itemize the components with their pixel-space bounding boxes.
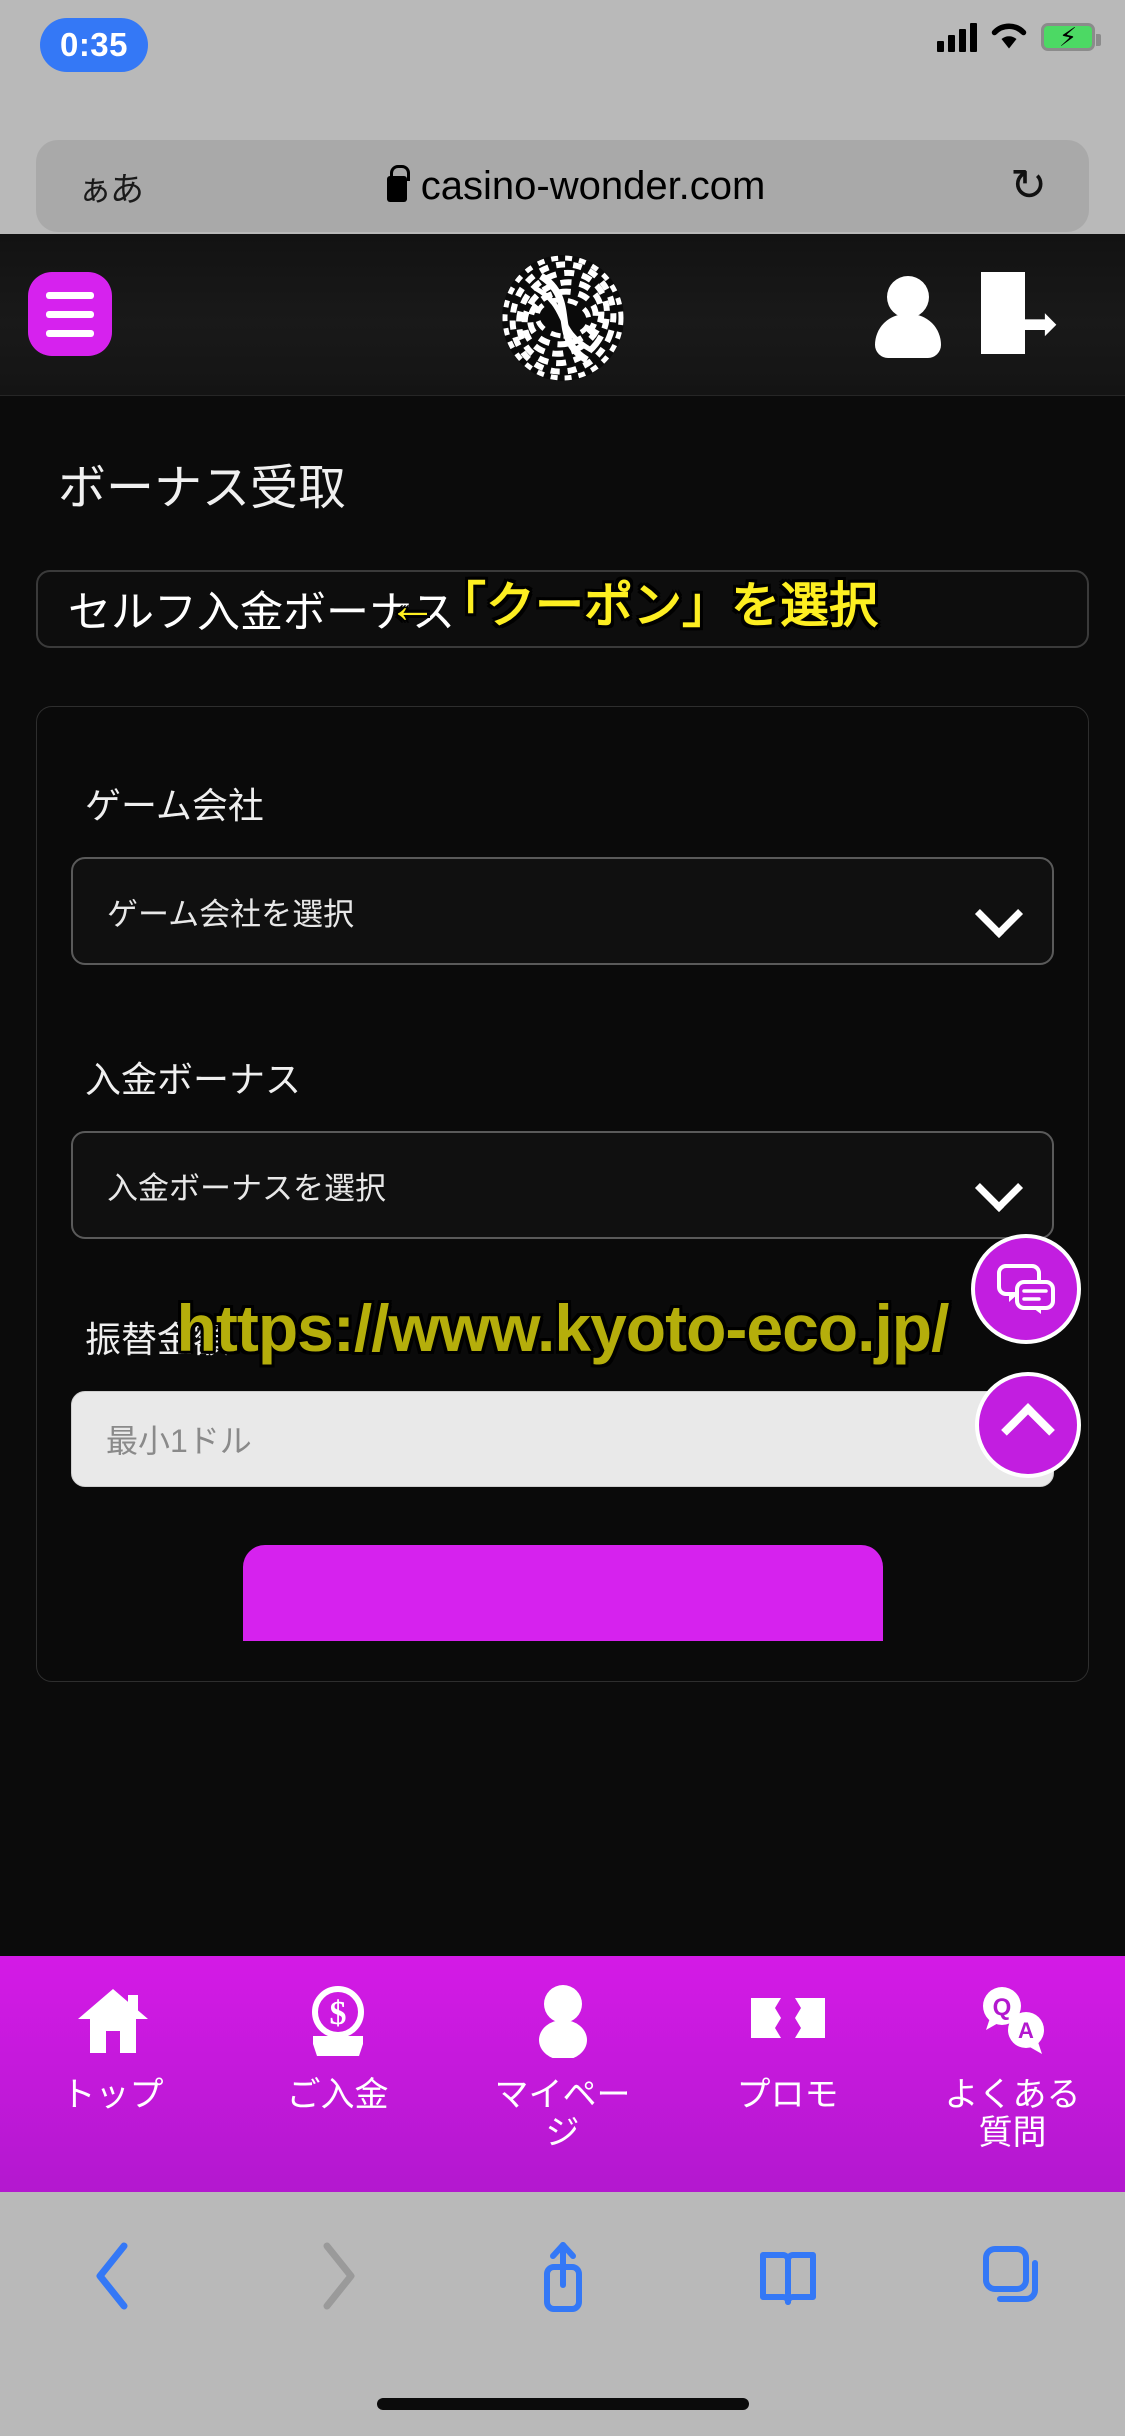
reload-icon[interactable]: ↻ [1010, 164, 1047, 208]
url-text: casino-wonder.com [420, 163, 766, 208]
chat-bubbles-icon[interactable] [971, 1234, 1081, 1344]
lock-icon [386, 165, 410, 202]
nav-label: マイページ [494, 2076, 631, 2153]
deposit-dollar-icon: $ [293, 1982, 383, 2060]
forward-icon [225, 2238, 450, 2314]
text-size-button[interactable]: ぁあ [78, 162, 144, 211]
signal-bars-icon [937, 22, 977, 52]
deposit-bonus-value: 入金ボーナスを選択 [107, 1170, 386, 1206]
status-icons: ⚡ [937, 22, 1101, 52]
chevron-up-icon [1001, 1403, 1055, 1457]
nav-label: ご入金 [286, 2076, 389, 2114]
recording-timer-pill[interactable]: 0:35 [40, 18, 148, 72]
logout-icon[interactable]: ➡ [981, 272, 1077, 354]
coupon-select-box[interactable]: セルフ入金ボーナス ←「クーポン」を選択 [36, 570, 1089, 648]
user-icon [518, 1982, 608, 2060]
chevron-down-icon [974, 889, 1024, 939]
nav-item-faq[interactable]: Q A よくある質問 [900, 1956, 1125, 2192]
safari-toolbar [0, 2192, 1125, 2436]
coupon-annotation: ←「クーポン」を選択 [388, 579, 879, 633]
svg-text:Q: Q [992, 1994, 1011, 2021]
nav-item-deposit[interactable]: $ ご入金 [225, 1956, 450, 2192]
svg-text:A: A [1018, 2018, 1034, 2043]
account-icon[interactable] [871, 276, 945, 358]
nav-label: トップ [61, 2076, 164, 2114]
transfer-amount-input[interactable]: 最小1ドル [71, 1391, 1054, 1487]
share-icon[interactable] [450, 2237, 675, 2315]
hamburger-icon[interactable] [28, 272, 112, 356]
tabs-icon[interactable] [900, 2245, 1125, 2307]
nav-label: よくある質問 [944, 2076, 1081, 2153]
chevron-down-icon [974, 1163, 1024, 1213]
url-display[interactable]: casino-wonder.com [142, 164, 1010, 209]
wifi-icon [991, 22, 1027, 52]
svg-text:$: $ [329, 1995, 346, 2032]
deposit-bonus-select[interactable]: 入金ボーナスを選択 [71, 1131, 1054, 1239]
ios-status-bar: 0:35 ⚡ [0, 0, 1125, 92]
bookmarks-icon[interactable] [675, 2245, 900, 2307]
web-page: ➡ ボーナス受取 セルフ入金ボーナス ←「クーポン」を選択 ゲーム会社 ゲーム会… [0, 234, 1125, 2192]
spiral-vortex-logo[interactable] [501, 254, 625, 382]
nav-item-mypage[interactable]: マイページ [450, 1956, 675, 2192]
home-icon [68, 1982, 158, 2060]
game-company-value: ゲーム会社を選択 [107, 896, 355, 932]
page-title: ボーナス受取 [58, 462, 347, 515]
nav-item-top[interactable]: トップ [0, 1956, 225, 2192]
address-bar[interactable]: ぁあ casino-wonder.com ↻ [36, 140, 1089, 232]
home-indicator [376, 2398, 749, 2410]
bottom-nav: トップ $ ご入金 マイページ プロモ Q A よくある質問 [0, 1956, 1125, 2192]
ticket-icon [743, 1982, 833, 2060]
game-company-label: ゲーム会社 [85, 785, 264, 826]
nav-label: プロモ [736, 2076, 839, 2114]
nav-item-promo[interactable]: プロモ [675, 1956, 900, 2192]
game-company-select[interactable]: ゲーム会社を選択 [71, 857, 1054, 965]
submit-button[interactable] [242, 1545, 883, 1641]
transfer-amount-label: 振替金額 [85, 1319, 230, 1360]
deposit-bonus-label: 入金ボーナス [85, 1059, 302, 1100]
bonus-form-card: ゲーム会社 ゲーム会社を選択 入金ボーナス 入金ボーナスを選択 振替金額 最小1… [36, 706, 1089, 1682]
back-icon[interactable] [0, 2238, 225, 2314]
scroll-to-top-button[interactable] [975, 1372, 1081, 1478]
site-header: ➡ [0, 234, 1125, 396]
qa-bubbles-icon: Q A [968, 1982, 1058, 2060]
safari-url-bar-area: ぁあ casino-wonder.com ↻ [0, 92, 1125, 234]
transfer-amount-placeholder: 最小1ドル [106, 1423, 252, 1459]
battery-charging-icon: ⚡ [1041, 23, 1101, 51]
